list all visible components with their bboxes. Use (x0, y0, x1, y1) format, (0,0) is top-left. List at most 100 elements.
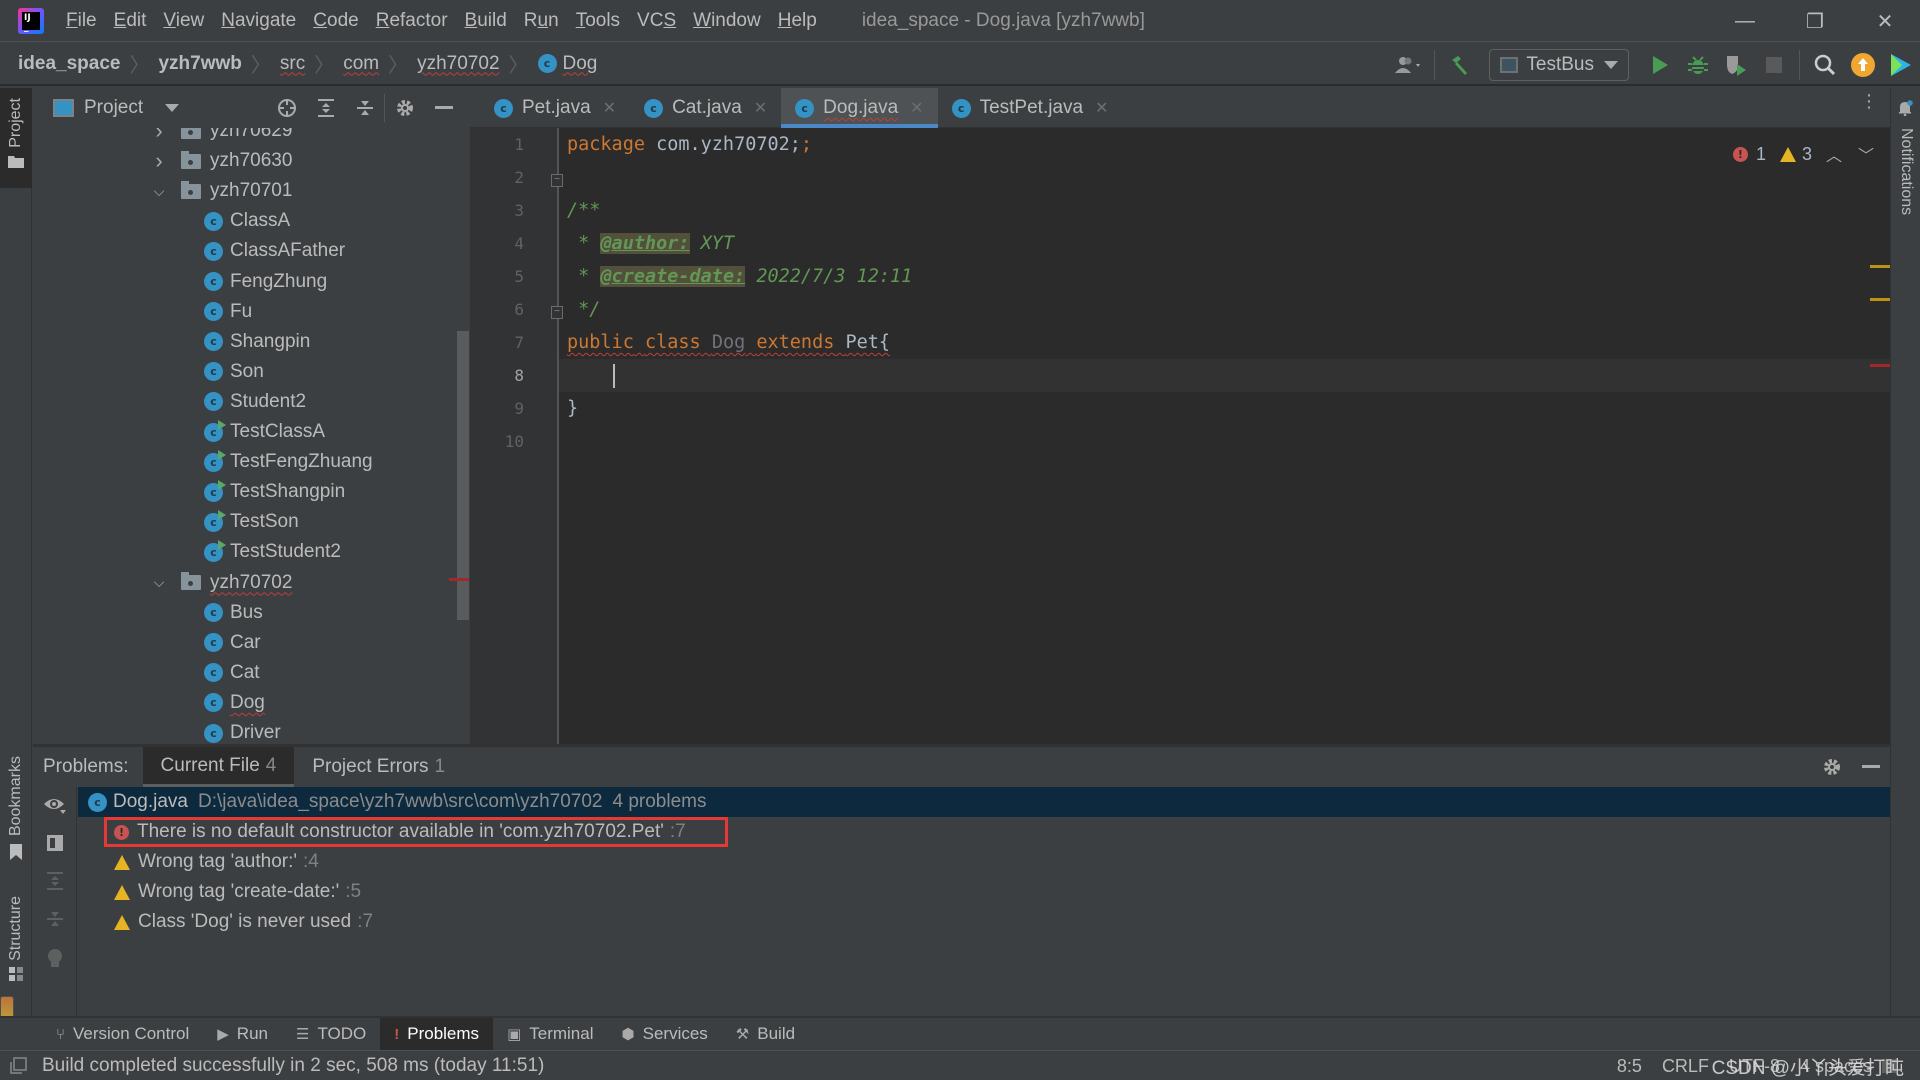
chevron-right-icon[interactable]: › (151, 148, 167, 174)
hide-panel-icon[interactable] (424, 88, 463, 128)
problem-warning-item[interactable]: Wrong tag 'create-date:':5 (78, 877, 1890, 907)
menu-navigate[interactable]: Navigate (221, 10, 296, 32)
previous-highlight-icon[interactable]: ︿ (1826, 142, 1842, 166)
close-icon[interactable]: ✕ (910, 98, 923, 118)
menu-code[interactable]: Code (313, 10, 358, 32)
eye-icon[interactable] (43, 793, 67, 817)
select-opened-file-icon[interactable] (267, 88, 306, 128)
fold-icon[interactable]: − (551, 174, 563, 187)
close-icon[interactable]: ✕ (603, 98, 616, 118)
tree-class[interactable]: c Cat (204, 658, 260, 688)
error-count[interactable]: ! 1 (1732, 144, 1766, 165)
menu-build[interactable]: Build (465, 10, 507, 32)
coverage-icon[interactable] (1717, 46, 1755, 84)
tree-class[interactable]: c TestSon (204, 507, 299, 537)
tool-tab-version-control[interactable]: ⑂ Version Control (42, 1018, 203, 1050)
project-tool-tab[interactable]: Project (0, 88, 32, 188)
problem-file-row[interactable]: c Dog.java D:\java\idea_space\yzh7wwb\sr… (78, 787, 1890, 817)
code-with-me-icon[interactable] (1882, 46, 1920, 84)
editor-tab[interactable]: c TestPet.java ✕ (938, 88, 1123, 128)
expand-all-icon[interactable] (43, 869, 67, 893)
intellij-idea-icon[interactable]: IJ _ (18, 7, 44, 34)
fold-icon[interactable]: − (551, 306, 563, 319)
run-icon[interactable] (1641, 46, 1679, 84)
tree-class[interactable]: c Bus (204, 598, 263, 628)
close-button[interactable]: ✕ (1850, 0, 1920, 42)
tree-class[interactable]: c Son (204, 357, 264, 387)
warning-stripe-marker[interactable] (1870, 298, 1890, 301)
status-toggle-icon[interactable] (10, 1057, 28, 1075)
preview-icon[interactable] (43, 831, 67, 855)
breadcrumb-item[interactable]: yzh70702 (417, 53, 499, 75)
tool-tab-todo[interactable]: ☰ TODO (282, 1018, 380, 1050)
project-view-selector[interactable]: Project (84, 97, 143, 119)
close-icon[interactable]: ✕ (754, 98, 767, 118)
notification-bell-icon[interactable] (1897, 100, 1913, 116)
collapse-all-icon[interactable] (345, 88, 384, 128)
minimize-button[interactable]: — (1710, 0, 1780, 42)
tree-class[interactable]: c ClassA (204, 206, 290, 236)
chevron-down-icon[interactable] (165, 104, 180, 112)
tree-class[interactable]: c Driver (204, 718, 281, 744)
tree-class[interactable]: c ClassAFather (204, 236, 345, 266)
account-icon[interactable] (1390, 46, 1428, 84)
lightbulb-icon[interactable] (43, 947, 67, 971)
breadcrumb-item[interactable]: Dog (563, 53, 598, 75)
tree-class[interactable]: c Dog (204, 688, 265, 718)
next-highlight-icon[interactable]: ﹀ (1858, 142, 1874, 166)
tree-package[interactable]: › yzh70630 (151, 146, 292, 176)
editor-tab[interactable]: c Pet.java ✕ (480, 88, 630, 128)
problems-tab[interactable]: Project Errors 1 (294, 747, 463, 787)
hide-panel-icon[interactable] (1851, 747, 1890, 787)
run-configuration-dropdown[interactable]: TestBus (1489, 48, 1629, 81)
menu-edit[interactable]: Edit (114, 10, 147, 32)
tool-tab-terminal[interactable]: ▣ Terminal (493, 1018, 607, 1050)
tree-class[interactable]: c TestStudent2 (204, 537, 341, 567)
breadcrumb-item[interactable]: idea_space (18, 53, 120, 75)
menu-vcs[interactable]: VCS (637, 10, 676, 32)
line-separator[interactable]: CRLF (1662, 1056, 1709, 1077)
code-editor[interactable]: 1 2 3 4 5 6 7 8 9 10 − − package com.yzh70702;; /… (470, 128, 1890, 744)
caret-position[interactable]: 8:5 (1617, 1056, 1642, 1077)
chevron-down-icon[interactable]: ⌵ (151, 183, 167, 200)
gear-icon[interactable] (1812, 747, 1851, 787)
debug-icon[interactable] (1679, 46, 1717, 84)
search-icon[interactable] (1806, 46, 1844, 84)
notifications-tool-tab[interactable]: Notifications (1897, 128, 1915, 215)
close-icon[interactable]: ✕ (1095, 98, 1108, 118)
menu-refactor[interactable]: Refactor (376, 10, 448, 32)
editor-tab[interactable]: c Dog.java ✕ (781, 88, 938, 128)
status-message[interactable]: Build completed successfully in 2 sec, 5… (42, 1055, 544, 1077)
warning-count[interactable]: 3 (1779, 144, 1812, 165)
breadcrumb-item[interactable]: yzh7wwb (158, 53, 241, 75)
chevron-right-icon[interactable]: › (151, 128, 167, 144)
tree-class[interactable]: c FengZhung (204, 267, 327, 297)
error-stripe-marker[interactable] (1870, 364, 1890, 367)
gear-icon[interactable] (385, 88, 424, 128)
project-tree-scrollbar[interactable] (457, 331, 469, 620)
problems-tab[interactable]: Current File 4 (142, 747, 295, 787)
tree-class[interactable]: c Car (204, 628, 261, 658)
problem-warning-item[interactable]: Class 'Dog' is never used:7 (78, 907, 1890, 937)
tool-tab-run[interactable]: ▶ Run (203, 1018, 282, 1050)
more-options-icon[interactable]: ⋮ (1860, 92, 1878, 110)
tree-package[interactable]: ⌵ yzh70702 (151, 568, 293, 598)
stop-icon[interactable] (1755, 46, 1793, 84)
tree-class[interactable]: c Student2 (204, 387, 306, 417)
build-hammer-icon[interactable] (1441, 46, 1479, 84)
tree-package[interactable]: ⌵ yzh70701 (151, 176, 293, 206)
tool-tab-problems[interactable]: ! Problems (380, 1018, 494, 1050)
problem-error-item[interactable]: ! There is no default constructor availab… (78, 817, 1890, 847)
collapse-all-icon[interactable] (43, 907, 67, 931)
tool-tab-services[interactable]: ⬢ Services (608, 1018, 722, 1050)
tree-class[interactable]: c TestClassA (204, 417, 325, 447)
chevron-down-icon[interactable]: ⌵ (151, 574, 167, 591)
warning-stripe-marker[interactable] (1870, 265, 1890, 268)
tree-class[interactable]: c Fu (204, 297, 252, 327)
menu-run[interactable]: Run (524, 10, 559, 32)
problem-warning-item[interactable]: Wrong tag 'author:':4 (78, 847, 1890, 877)
menu-window[interactable]: Window (693, 10, 761, 32)
tool-tab-build[interactable]: ⚒ Build (722, 1018, 809, 1050)
breadcrumb-item[interactable]: com (343, 53, 379, 75)
tree-class[interactable]: c TestShangpin (204, 477, 345, 507)
